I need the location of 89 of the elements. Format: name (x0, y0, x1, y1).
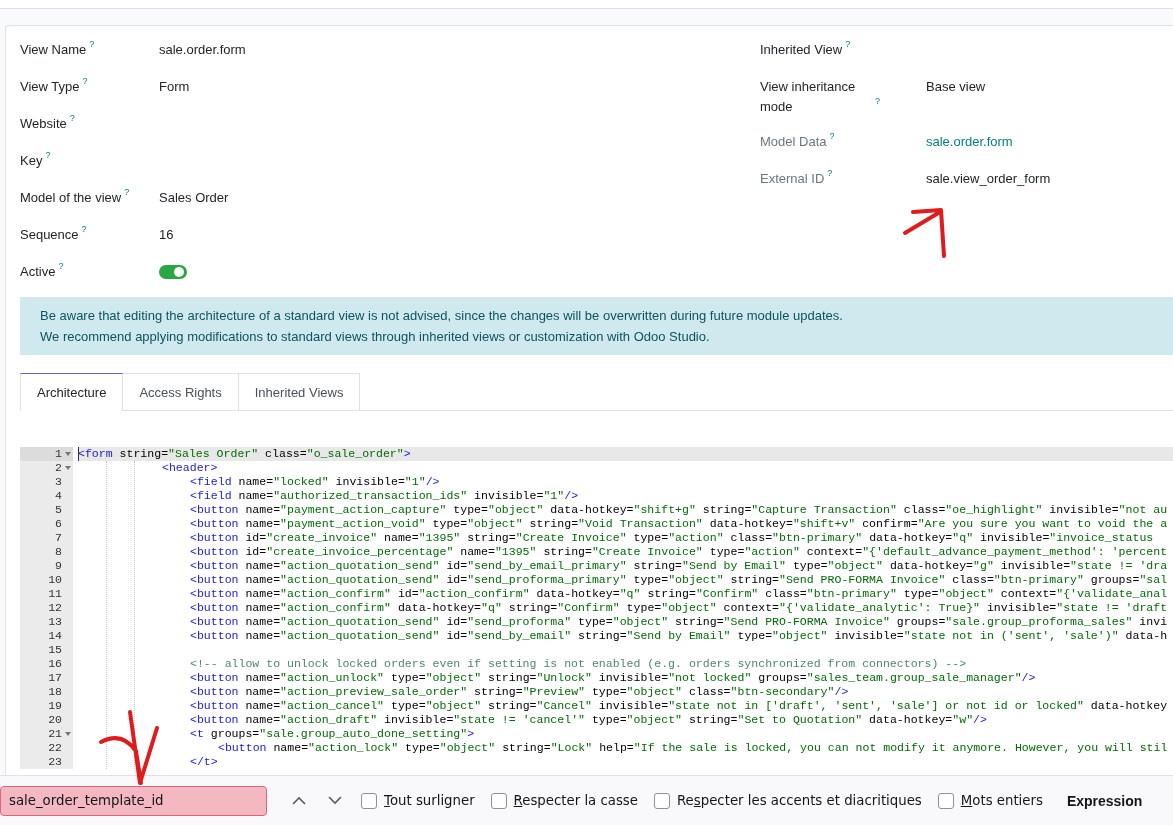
code-line: <button id="create_invoice_percentage" name="1395" string="Create Invoice" type="action" context="{'default_advance_payment_method': 'percent (190, 545, 1168, 559)
code-line: <header> (162, 461, 218, 475)
field-label: View Name (20, 42, 87, 57)
field-label: Model Data (760, 133, 827, 151)
tab[interactable]: Architecture (20, 373, 124, 411)
help-tooltip-marker[interactable]: ? (82, 76, 88, 86)
code-line: <t groups="sale.group_auto_done_setting"> (190, 727, 475, 741)
line-number: 14 (47, 629, 63, 643)
annotation-arrow-drawing (903, 208, 946, 258)
code-line: <!-- allow to unlock locked orders even if setting is not enabled (e.g. orders synchronized from connectors) --> (190, 657, 967, 671)
code-line: <button name="action_quotation_send" id="send_by_email" string="Send by Email" type="object" invisible="state not in ('sent', 'sale')" data-h (190, 629, 1168, 643)
help-tooltip-marker[interactable]: ? (45, 150, 51, 160)
line-number: 3 (54, 475, 63, 489)
code-line: <button name="action_quotation_send" id="send_proforma" type="object" string="Send PRO-FORMA Invoice" groups="sale.group_proforma_sales" invi (190, 615, 1168, 629)
field-value: Form (159, 78, 190, 96)
line-number: 2 (54, 461, 63, 475)
line-number: 4 (54, 489, 63, 503)
option-label[interactable]: Respecter la casse (513, 793, 638, 808)
line-number: 9 (54, 559, 63, 573)
line-number: 20 (47, 713, 63, 727)
line-number: 18 (47, 685, 63, 699)
code-line: <button name="action_draft" invisible="state != 'cancel'" type="object" string="Set to Quotation" data-hotkey="w"/> (190, 713, 987, 727)
help-tooltip-marker[interactable]: ? (89, 39, 95, 49)
code-line: <button name="action_quotation_send" id="send_by_email_primary" string="Send by Email" type="object" data-hotkey="g" invisible="state != 'dra (190, 559, 1168, 573)
field-link[interactable]: sale.order.form (926, 132, 1013, 152)
tab[interactable]: Inherited Views (237, 373, 361, 410)
help-tooltip-marker[interactable]: ? (875, 96, 880, 106)
code-line: <button name="action_unlock" type="object" string="Unlock" invisible="not locked" groups="sales_team.group_sale_manager"/> (190, 671, 1036, 685)
code-line: <button name="action_lock" type="object" string="Lock" help="If the sale is locked, you can not modify it anymore. However, you will stil (218, 741, 1168, 755)
field-value: Sales Order (159, 189, 229, 207)
code-line: </t> (190, 755, 218, 769)
line-number: 7 (54, 531, 63, 545)
field-label: Inherited View (760, 41, 843, 59)
help-tooltip-marker[interactable]: ? (124, 187, 130, 197)
field-label: Website (20, 116, 67, 131)
checkbox[interactable] (361, 792, 377, 809)
help-tooltip-marker[interactable]: ? (827, 168, 833, 178)
line-number: 17 (47, 671, 63, 685)
field-label: Sequence (20, 227, 79, 242)
field-label: View Type (20, 79, 80, 94)
code-line: <button name="action_quotation_send" id="send_proforma_primary" type="object" string="Send PRO-FORMA Invoice" class="btn-primary" groups="sal (190, 573, 1168, 587)
code-line: <button id="create_invoice" name="1395" string="Create Invoice" type="action" class="btn-primary" data-hotkey="q" invisible="invoice_status (190, 531, 1154, 545)
checkbox[interactable] (937, 792, 954, 809)
code-line: <button name="action_preview_sale_order" string="Preview" type="object" class="btn-secondary"/> (190, 685, 849, 699)
option-label[interactable]: Respecter les accents et diacritiques (676, 793, 922, 808)
help-tooltip-marker[interactable]: ? (81, 224, 87, 234)
code-line: <button name="payment_action_void" type="object" string="Void Transaction" data-hotkey="shift+v" confirm="Are you sure you want to void the a (190, 517, 1168, 531)
code-line: <button name="action_confirm" data-hotkey="q" string="Confirm" type="object" context="{'validate_analytic': True}" invisible="state != 'draft (190, 601, 1168, 615)
field-label: View inheritance mode (760, 78, 857, 116)
field-value: Base view (926, 78, 986, 96)
help-tooltip-marker[interactable]: ? (845, 39, 851, 49)
line-number: 5 (54, 503, 63, 517)
line-number: 6 (54, 517, 63, 531)
field-value: 16 (159, 226, 174, 244)
help-tooltip-marker[interactable]: ? (69, 113, 75, 123)
line-number: 15 (47, 643, 63, 657)
alert-text: We recommend applying modifications to standard views through inherited views or customization with Odoo Studio. (40, 328, 711, 346)
status-text: Expression (1066, 792, 1143, 809)
field-value: sale.view_order_form (926, 170, 1051, 188)
field-value: sale.order.form (159, 41, 246, 59)
checkbox[interactable] (490, 792, 507, 809)
field-label: Model of the view (20, 190, 122, 205)
line-number: 8 (54, 545, 63, 559)
help-tooltip-marker[interactable]: ? (829, 131, 835, 141)
code-line: <field name="locked" invisible="1"/> (190, 475, 440, 489)
code-line: <field name="authorized_transaction_ids" invisible="1"/> (190, 489, 579, 503)
option-label[interactable]: Mots entiers (960, 793, 1043, 808)
code-line: <button name="action_cancel" type="object" string="Cancel" invisible="state not in ['draft', 'sent', 'sale'] or not id or locked" data-hotkey (190, 699, 1168, 713)
line-number: 21 (47, 727, 63, 741)
line-number: 16 (47, 657, 63, 671)
checkbox[interactable] (653, 792, 670, 809)
field-label: Key (20, 153, 43, 168)
line-number: 22 (47, 741, 63, 755)
code-line: <button name="payment_action_capture" type="object" data-hotkey="shift+g" string="Capture Transaction" class="oe_highlight" invisible="not au (190, 503, 1168, 517)
help-tooltip-marker[interactable]: ? (58, 261, 64, 271)
alert-text: Be aware that editing the architecture of a standard view is not advised, since the changes will be overwritten during future module updates. (40, 307, 844, 325)
find-field[interactable]: sale_order_template_id (0, 785, 267, 816)
line-number: 1 (20, 447, 65, 461)
line-number: 19 (47, 699, 63, 713)
field-label: Active (20, 264, 56, 279)
line-number: 12 (47, 601, 63, 615)
line-number: 11 (47, 587, 63, 601)
toggle-switch[interactable] (159, 265, 187, 279)
option-label[interactable]: Tout surligner (384, 793, 475, 808)
code-line: <button name="action_confirm" id="action_confirm" data-hotkey="q" string="Confirm" class="btn-primary" type="object" context="{'validate_anal (190, 587, 1168, 601)
line-number: 13 (47, 615, 63, 629)
field-label: External ID (760, 170, 825, 188)
line-number: 23 (47, 755, 63, 769)
line-number: 10 (47, 573, 63, 587)
